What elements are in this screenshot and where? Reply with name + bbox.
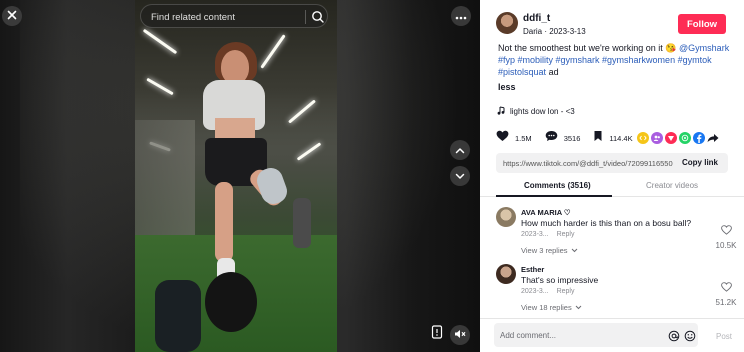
arrow-share-icon[interactable]: [707, 132, 719, 144]
details-panel: ddfi_t Daria · 2023-3-13 Follow Not the …: [480, 0, 744, 352]
friends-icon[interactable]: [651, 132, 663, 144]
bookmark-icon: [593, 129, 603, 147]
like-stat[interactable]: 1.5M: [496, 129, 532, 147]
next-video-button[interactable]: [450, 166, 470, 186]
related-search-bar[interactable]: [140, 4, 328, 28]
ad-label: ad: [548, 67, 559, 77]
reply-button[interactable]: Reply: [557, 288, 575, 295]
comment-bubble-icon: [545, 129, 558, 147]
view-replies-button[interactable]: View 18 replies: [521, 303, 582, 312]
chevron-down-icon: [575, 303, 582, 312]
comment-meta: 2023-3... Reply: [521, 288, 575, 295]
like-count: 1.5M: [515, 133, 532, 143]
view-replies-button[interactable]: View 3 replies: [521, 246, 578, 255]
comment-stat[interactable]: 3516: [545, 129, 581, 147]
caption-mention[interactable]: @Gymshark: [679, 43, 729, 53]
save-stat[interactable]: 114.4K: [593, 129, 633, 147]
report-button[interactable]: [429, 324, 445, 344]
commenter-name[interactable]: Esther: [521, 265, 544, 274]
search-icon[interactable]: [309, 8, 327, 26]
video-caption: Not the smoothest but we're working on i…: [498, 42, 730, 78]
comment-input[interactable]: [500, 327, 660, 343]
close-button[interactable]: [2, 6, 22, 26]
comment-text: How much harder is this than on a bosu b…: [521, 218, 692, 228]
tab-creator-videos[interactable]: Creator videos: [646, 181, 698, 190]
author-username[interactable]: ddfi_t: [523, 13, 550, 24]
active-tab-indicator: [496, 195, 612, 197]
heart-icon: [496, 129, 509, 147]
comment-like-count: 51.2K: [715, 298, 737, 307]
chevron-down-icon: [571, 246, 578, 255]
comment-like-button[interactable]: 10.5K: [712, 222, 740, 250]
reply-button[interactable]: Reply: [557, 231, 575, 238]
comment-text: That's so impressive: [521, 275, 599, 285]
engagement-stats: 1.5M 3516 114.4K: [496, 129, 646, 147]
copy-link-button[interactable]: Copy link: [682, 158, 718, 167]
caption-hashtags[interactable]: #fyp #mobility #gymshark #gymsharkwomen …: [498, 55, 712, 65]
caption-text: Not the smoothest but we're working on i…: [498, 43, 666, 53]
more-options-button[interactable]: [451, 6, 471, 26]
tab-comments[interactable]: Comments (3516): [524, 181, 591, 190]
add-comment-bar: Post: [480, 318, 744, 352]
more-dots-icon: [455, 7, 467, 25]
video-weights: [155, 280, 201, 352]
comment-input-container: [494, 323, 698, 347]
commenter-name[interactable]: AVA MARIA ♡: [521, 208, 571, 217]
commenter-avatar[interactable]: [496, 264, 516, 284]
share-buttons: [637, 132, 719, 145]
comment-like-button[interactable]: 51.2K: [712, 279, 740, 307]
comment-date: 2023-3...: [521, 231, 549, 238]
commenter-avatar[interactable]: [496, 207, 516, 227]
search-divider: [305, 10, 306, 24]
mention-icon[interactable]: [668, 329, 680, 347]
view-replies-label: View 3 replies: [521, 246, 568, 255]
whatsapp-icon[interactable]: [679, 132, 691, 144]
comment-count: 3516: [563, 133, 581, 143]
less-button[interactable]: less: [498, 82, 516, 92]
related-search-input[interactable]: [151, 9, 301, 25]
music-title: lights dow lon - <3: [510, 106, 575, 116]
comment-date: 2023-3...: [521, 288, 549, 295]
video-viewer: [0, 0, 480, 352]
video-person-head: [221, 50, 249, 84]
video-link-box: https://www.tiktok.com/@ddfi_t/video/720…: [496, 153, 728, 173]
view-replies-label: View 18 replies: [521, 303, 572, 312]
post-comment-button[interactable]: Post: [716, 332, 732, 341]
video-person-leg: [215, 182, 233, 262]
facebook-icon[interactable]: [693, 132, 705, 144]
report-icon: [431, 324, 443, 344]
comment-like-count: 10.5K: [715, 241, 737, 250]
save-count: 114.4K: [609, 133, 633, 143]
close-icon: [7, 7, 17, 25]
panel-tabs: Comments (3516) Creator videos: [480, 177, 744, 197]
heart-outline-icon: [720, 222, 732, 239]
mute-button[interactable]: [450, 325, 470, 345]
caption-emoji: 😘: [665, 43, 677, 53]
muted-speaker-icon: [454, 326, 466, 344]
author-subline: Daria · 2023-3-13: [523, 27, 586, 36]
chevron-up-icon: [455, 141, 465, 159]
video-medicine-ball: [205, 272, 257, 332]
video-player[interactable]: [135, 0, 337, 352]
follow-button[interactable]: Follow: [678, 14, 726, 34]
video-person-midriff: [215, 118, 255, 140]
send-icon[interactable]: [665, 132, 677, 144]
video-link-url[interactable]: https://www.tiktok.com/@ddfi_t/video/720…: [503, 159, 673, 168]
chevron-down-icon: [455, 167, 465, 185]
music-row[interactable]: lights dow lon - <3: [497, 105, 575, 117]
heart-outline-icon: [720, 279, 732, 296]
embed-icon[interactable]: [637, 132, 649, 144]
video-background-person: [293, 198, 311, 248]
comment-meta: 2023-3... Reply: [521, 231, 575, 238]
author-avatar[interactable]: [496, 12, 518, 34]
previous-video-button[interactable]: [450, 140, 470, 160]
caption-hashtag-pistolsquat[interactable]: #pistolsquat: [498, 67, 546, 77]
music-note-icon: [497, 102, 505, 120]
emoji-icon[interactable]: [684, 329, 696, 347]
